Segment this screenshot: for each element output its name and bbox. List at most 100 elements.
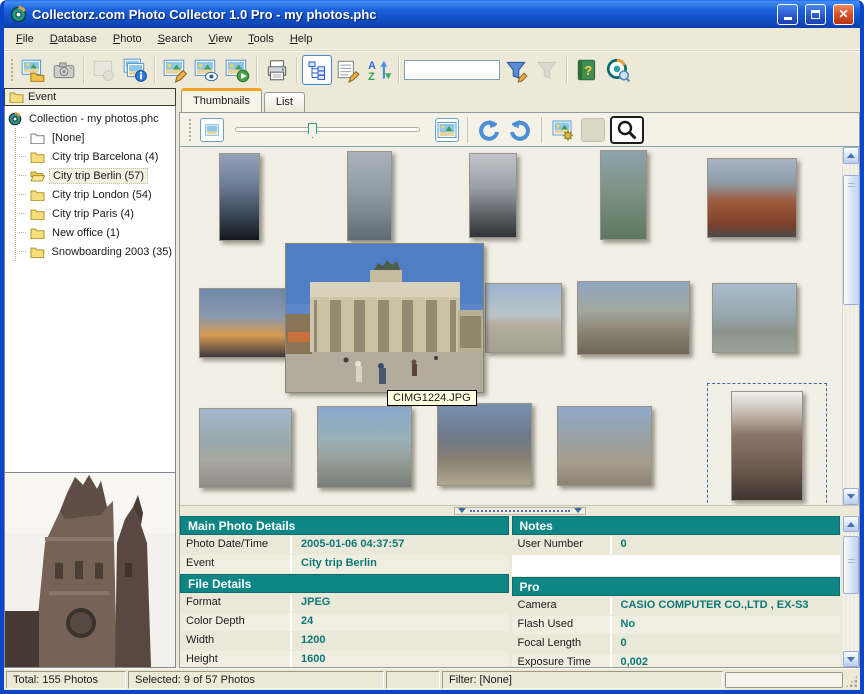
rotate-right-button[interactable] xyxy=(507,117,533,143)
large-thumbnails-button[interactable] xyxy=(435,118,459,142)
edit-photo-button[interactable] xyxy=(160,55,190,85)
sort-button[interactable]: A Z xyxy=(364,55,394,85)
tree-item-paris[interactable]: City trip Paris (4) xyxy=(16,204,175,223)
detail-row: Exposure Time 0,002 xyxy=(512,654,841,667)
menu-tools[interactable]: Tools xyxy=(240,30,282,48)
remove-photo-button[interactable] xyxy=(89,55,119,85)
tab-list[interactable]: List xyxy=(264,92,305,112)
maximize-button[interactable] xyxy=(805,4,826,25)
church-preview-image xyxy=(5,473,175,667)
folder-icon xyxy=(30,246,45,258)
menu-file[interactable]: File xyxy=(8,30,42,48)
detail-row: Photo Date/Time 2005-01-06 04:37:57 xyxy=(180,536,509,554)
thumbnail-photo[interactable] xyxy=(199,288,292,358)
tab-thumbnails[interactable]: Thumbnails xyxy=(181,88,262,112)
photo-info-button[interactable] xyxy=(120,55,150,85)
tree-item-label: City trip Berlin (57) xyxy=(49,168,148,184)
main-panel: Thumbnails List xyxy=(176,88,860,668)
tree-item-snowboarding[interactable]: Snowboarding 2003 (35) xyxy=(16,242,175,261)
sidebar: Event Collection - my photos.phc xyxy=(4,88,176,668)
thumbnail-photo[interactable] xyxy=(485,283,562,353)
small-thumbnails-button[interactable] xyxy=(200,118,224,142)
tree-item-collection[interactable]: Collection - my photos.phc xyxy=(5,109,175,128)
thumbnail-photo[interactable] xyxy=(469,153,517,238)
main-toolbar: A Z ? xyxy=(4,50,860,88)
thumbnail-photo-enlarged[interactable] xyxy=(285,243,484,393)
thumbnail-photo[interactable] xyxy=(557,406,652,486)
scrollbar-thumb[interactable] xyxy=(843,536,859,594)
scroll-up-button[interactable] xyxy=(843,147,859,164)
grid-scrollbar[interactable] xyxy=(842,147,859,505)
thumbnail-photo-selected[interactable] xyxy=(731,391,803,501)
folder-icon xyxy=(30,189,45,201)
status-total: Total: 155 Photos xyxy=(6,671,126,689)
tabstrip: Thumbnails List xyxy=(179,88,860,112)
thumbnail-photo[interactable] xyxy=(347,151,392,241)
tree-item-none[interactable]: [None] xyxy=(16,128,175,147)
menu-photo[interactable]: Photo xyxy=(105,30,150,48)
thumbnail-photo[interactable] xyxy=(577,281,690,355)
close-button[interactable]: ✕ xyxy=(833,4,854,25)
menu-database[interactable]: Database xyxy=(42,30,105,48)
detail-row: Color Depth 24 xyxy=(180,613,509,631)
view-photo-button[interactable] xyxy=(191,55,221,85)
scrollbar-thumb[interactable] xyxy=(843,175,860,305)
inactive-tool-button[interactable] xyxy=(581,118,605,142)
thumbnail-photo[interactable] xyxy=(600,150,647,240)
collapse-down-icon xyxy=(574,508,582,513)
print-button[interactable] xyxy=(262,55,292,85)
thumbnail-photo[interactable] xyxy=(199,408,292,488)
menubar: File Database Photo Search View Tools He… xyxy=(4,28,860,50)
acquire-camera-button[interactable] xyxy=(49,55,79,85)
collectorz-online-button[interactable] xyxy=(603,55,633,85)
details-scrollbar[interactable] xyxy=(843,516,859,667)
toolbar-separator xyxy=(154,57,156,83)
slider-thumb[interactable] xyxy=(308,123,317,138)
clear-filter-button[interactable] xyxy=(532,55,562,85)
thumbnail-photo[interactable] xyxy=(707,158,797,238)
search-input[interactable] xyxy=(404,60,500,80)
event-tree: Collection - my photos.phc [None] City t… xyxy=(4,106,176,472)
chevron-up-icon xyxy=(847,153,855,158)
thumbnail-photo[interactable] xyxy=(437,403,532,486)
edit-list-button[interactable] xyxy=(333,55,363,85)
filter-button[interactable] xyxy=(501,55,531,85)
zoom-mode-button[interactable] xyxy=(610,116,644,144)
tree-item-london[interactable]: City trip London (54) xyxy=(16,185,175,204)
slideshow-icon xyxy=(224,57,250,83)
toolbar-separator xyxy=(256,57,258,83)
tree-item-barcelona[interactable]: City trip Barcelona (4) xyxy=(16,147,175,166)
thumbnails-view: CIMG1224.JPG xyxy=(179,112,860,668)
splitter-handle[interactable] xyxy=(454,507,586,515)
tree-item-new-office[interactable]: New office (1) xyxy=(16,223,175,242)
splitter-dots xyxy=(470,510,570,512)
resize-grip[interactable] xyxy=(845,675,858,688)
thumbnail-grid: CIMG1224.JPG xyxy=(180,147,842,505)
thumbnail-toolbar-grip[interactable] xyxy=(188,118,192,142)
slideshow-button[interactable] xyxy=(222,55,252,85)
tree-item-label: [None] xyxy=(49,131,87,145)
menu-view[interactable]: View xyxy=(201,30,241,48)
scroll-down-button[interactable] xyxy=(843,488,859,505)
minimize-button[interactable] xyxy=(777,4,798,25)
help-button[interactable]: ? xyxy=(572,55,602,85)
selected-thumbnail-box[interactable] xyxy=(707,383,827,505)
thumbnail-photo[interactable] xyxy=(712,283,797,353)
menu-search[interactable]: Search xyxy=(150,30,201,48)
menu-help[interactable]: Help xyxy=(282,30,321,48)
detail-value: 0 xyxy=(612,536,841,554)
scroll-up-button[interactable] xyxy=(843,516,859,532)
scroll-down-button[interactable] xyxy=(843,651,859,667)
tree-item-berlin[interactable]: City trip Berlin (57) xyxy=(16,166,175,185)
thumbnail-size-slider[interactable] xyxy=(235,127,420,132)
thumbnail-photo[interactable] xyxy=(317,406,412,488)
detail-label: User Number xyxy=(512,536,612,554)
rotate-left-button[interactable] xyxy=(476,117,502,143)
photo-info-icon xyxy=(122,57,148,83)
toolbar-grip[interactable] xyxy=(10,58,14,82)
folders-panel-toggle[interactable] xyxy=(302,55,332,85)
thumbnail-options-button[interactable] xyxy=(550,117,576,143)
add-photos-button[interactable] xyxy=(18,55,48,85)
detail-label: Camera xyxy=(512,597,612,615)
thumbnail-photo[interactable] xyxy=(219,153,260,241)
